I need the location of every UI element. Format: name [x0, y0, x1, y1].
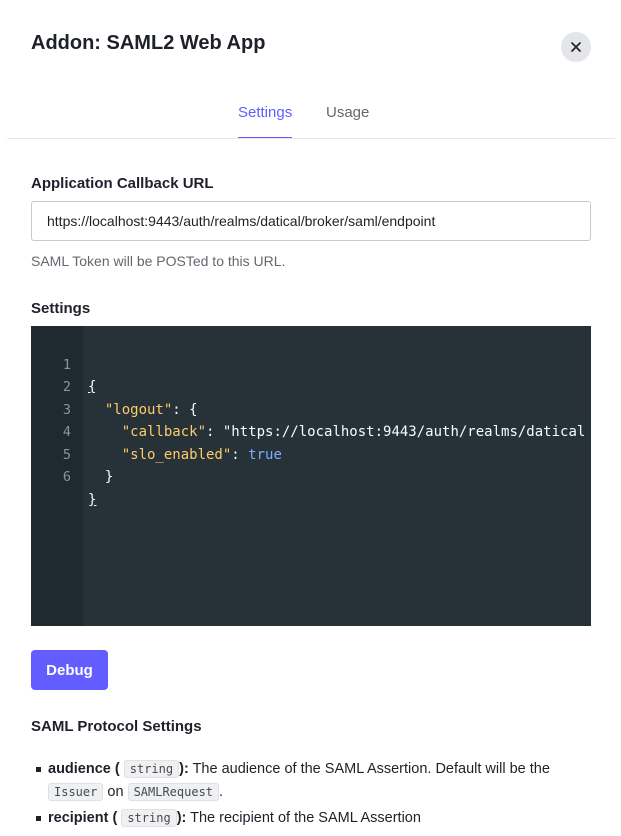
code-chip: Issuer — [48, 783, 104, 801]
list-item: recipient ( string): The recipient of th… — [31, 807, 591, 830]
param-type: string — [121, 809, 177, 827]
param-name: audience ( — [48, 761, 120, 777]
code-line: 6 } — [31, 444, 591, 508]
list-item: audience ( string): The audience of the … — [31, 758, 591, 804]
code-line: 3 "callback": "https://localhost:9443/au… — [31, 376, 591, 441]
code-token: } — [88, 491, 97, 508]
param-type: string — [123, 760, 180, 778]
code-line: 2 "logout": { — [31, 354, 591, 418]
code-line: 5 } — [31, 421, 591, 486]
settings-label: Settings — [31, 300, 91, 317]
tab-usage[interactable]: Usage — [326, 104, 369, 139]
param-description: The recipient of the SAML Assertion — [190, 810, 421, 826]
line-number: 6 — [62, 469, 71, 485]
param-description: The audience of the SAML Assertion. Defa… — [192, 761, 550, 777]
code-line: 1 { — [31, 331, 591, 396]
code-chip: SAMLRequest — [127, 783, 220, 801]
settings-code-editor[interactable]: 1 { 2 "logout": { 3 "callback": "https:/… — [31, 326, 591, 626]
modal-title: Addon: SAML2 Web App — [31, 32, 266, 54]
protocol-settings-list: audience ( string): The audience of the … — [31, 758, 591, 833]
code-token: } — [104, 469, 114, 485]
saml-protocol-label: SAML Protocol Settings — [31, 718, 202, 735]
param-description: on — [107, 784, 124, 800]
tabs-divider — [7, 138, 615, 139]
callback-url-help: SAML Token will be POSTed to this URL. — [31, 253, 286, 269]
callback-url-input[interactable] — [31, 201, 591, 241]
debug-button[interactable]: Debug — [31, 650, 108, 690]
code-line: 4 "slo_enabled": true — [31, 399, 591, 463]
callback-url-label: Application Callback URL — [31, 175, 214, 192]
param-description: . — [219, 784, 224, 800]
param-close: ): — [179, 761, 189, 777]
close-button[interactable] — [561, 32, 591, 62]
tab-bar: Settings Usage — [0, 104, 621, 139]
tab-settings[interactable]: Settings — [238, 104, 293, 139]
close-icon — [571, 42, 581, 52]
param-name: recipient ( — [48, 810, 118, 826]
param-close: ): — [176, 810, 187, 826]
